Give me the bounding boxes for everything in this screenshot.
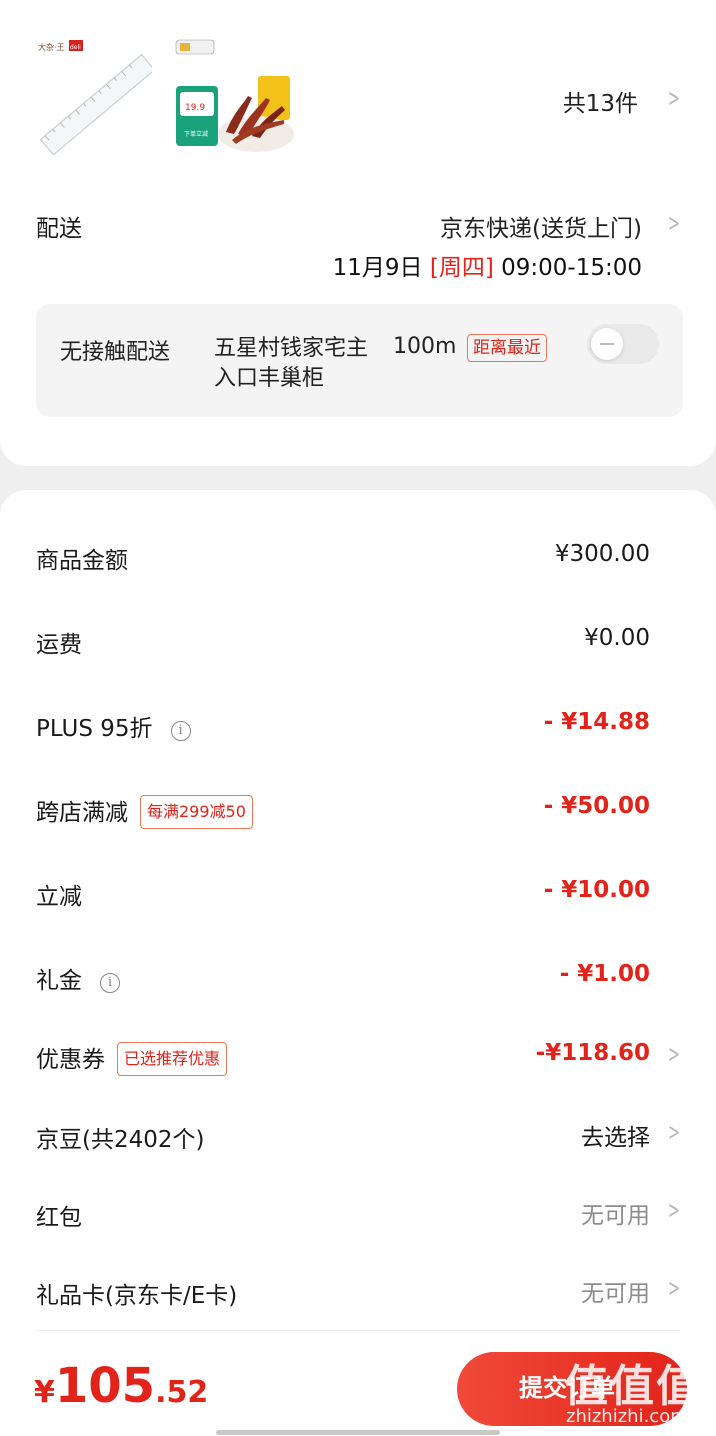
chevron-right-icon[interactable]: > bbox=[668, 1274, 680, 1302]
shipping-fee-label: 运费 bbox=[36, 632, 82, 658]
cross-store-promo-tag: 每满299减50 bbox=[140, 795, 253, 829]
chevron-right-icon[interactable]: > bbox=[668, 1040, 680, 1068]
red-packet-value[interactable]: 无可用 bbox=[581, 1196, 650, 1230]
coupon-label: 优惠券 bbox=[36, 1047, 105, 1073]
watermark-logo: 值值值 bbox=[564, 1361, 702, 1412]
info-icon[interactable]: i bbox=[100, 973, 120, 993]
instant-discount-value: - ¥10.00 bbox=[543, 877, 650, 903]
order-items-card: 大杂·王 deli 19.9 下单立减 共13件 > 配送 京东快递(送货上门)… bbox=[0, 0, 716, 466]
gift-money-label: 礼金 bbox=[36, 968, 82, 994]
no-contact-distance: 100m bbox=[393, 334, 457, 359]
no-contact-toggle[interactable] bbox=[587, 324, 659, 364]
delivery-method[interactable]: 京东快递(送货上门) bbox=[440, 209, 642, 243]
product-image-snack[interactable]: 19.9 下单立减 bbox=[172, 36, 302, 160]
svg-text:deli: deli bbox=[70, 44, 81, 51]
ruler-image-icon: 大杂·王 deli bbox=[38, 40, 156, 156]
home-indicator[interactable] bbox=[216, 1430, 500, 1435]
gift-money-row: 礼金 i bbox=[36, 961, 120, 995]
nearest-tag: 距离最近 bbox=[467, 334, 547, 362]
currency-symbol: ¥ bbox=[34, 1375, 55, 1410]
divider bbox=[36, 1330, 680, 1331]
svg-text:下单立减: 下单立减 bbox=[184, 130, 208, 138]
product-image-ruler[interactable]: 大杂·王 deli bbox=[36, 36, 156, 160]
chevron-right-icon[interactable]: > bbox=[668, 84, 680, 112]
goods-amount-value: ¥300.00 bbox=[554, 541, 650, 567]
gift-money-value: - ¥1.00 bbox=[559, 961, 650, 987]
gift-card-value[interactable]: 无可用 bbox=[581, 1274, 650, 1308]
order-total: ¥105.52 bbox=[34, 1358, 208, 1414]
instant-discount-label: 立减 bbox=[36, 884, 82, 910]
goods-amount-label: 商品金额 bbox=[36, 548, 128, 574]
coupon-value[interactable]: -¥118.60 bbox=[536, 1040, 650, 1066]
shipping-fee-value: ¥0.00 bbox=[584, 625, 650, 651]
delivery-date[interactable]: 11月9日 [周四] 09:00-15:00 bbox=[333, 248, 642, 282]
svg-text:19.9: 19.9 bbox=[185, 103, 205, 113]
chevron-right-icon[interactable]: > bbox=[668, 1118, 680, 1146]
coupon-recommended-tag: 已选推荐优惠 bbox=[117, 1042, 228, 1076]
delivery-label: 配送 bbox=[36, 216, 82, 242]
site-watermark: 值值值 zhizhizhi.com bbox=[560, 1350, 716, 1436]
chevron-right-icon[interactable]: > bbox=[668, 209, 680, 237]
total-integer: 105 bbox=[54, 1358, 156, 1414]
plus-discount-value: - ¥14.88 bbox=[543, 709, 650, 735]
delivery-time: 09:00-15:00 bbox=[501, 255, 642, 281]
total-decimal: .52 bbox=[155, 1375, 209, 1410]
info-icon[interactable]: i bbox=[170, 721, 191, 741]
no-contact-address: 五星村钱家宅主入口丰巢柜 bbox=[214, 336, 369, 391]
plus-discount-row: PLUS 95折 i bbox=[36, 709, 191, 743]
red-packet-label[interactable]: 红包 bbox=[36, 1198, 82, 1232]
delivery-date-day: 11月9日 bbox=[332, 255, 423, 281]
jd-beans-label[interactable]: 京豆(共2402个) bbox=[36, 1120, 204, 1154]
cross-store-discount-label: 跨店满减 bbox=[36, 800, 128, 826]
toggle-knob bbox=[591, 328, 623, 360]
cross-store-discount-row: 跨店满减 每满299减50 bbox=[36, 793, 253, 829]
snack-image-icon: 19.9 下单立减 bbox=[175, 39, 294, 152]
delivery-weekday: [周四] bbox=[429, 255, 494, 281]
jd-beans-value[interactable]: 去选择 bbox=[581, 1118, 650, 1152]
gift-card-label[interactable]: 礼品卡(京东卡/E卡) bbox=[36, 1276, 237, 1310]
cross-store-discount-value: - ¥50.00 bbox=[543, 793, 650, 819]
watermark-url: zhizhizhi.com bbox=[566, 1406, 688, 1427]
coupon-row[interactable]: 优惠券 已选推荐优惠 bbox=[36, 1040, 228, 1076]
item-count-label[interactable]: 共13件 bbox=[563, 84, 638, 118]
chevron-right-icon[interactable]: > bbox=[668, 1196, 680, 1224]
plus-discount-label: PLUS 95折 bbox=[36, 716, 153, 742]
no-contact-title: 无接触配送 bbox=[60, 340, 171, 365]
svg-text:大杂·王: 大杂·王 bbox=[38, 42, 65, 52]
no-contact-delivery-box: 无接触配送 五星村钱家宅主入口丰巢柜 100m 距离最近 bbox=[36, 304, 683, 417]
